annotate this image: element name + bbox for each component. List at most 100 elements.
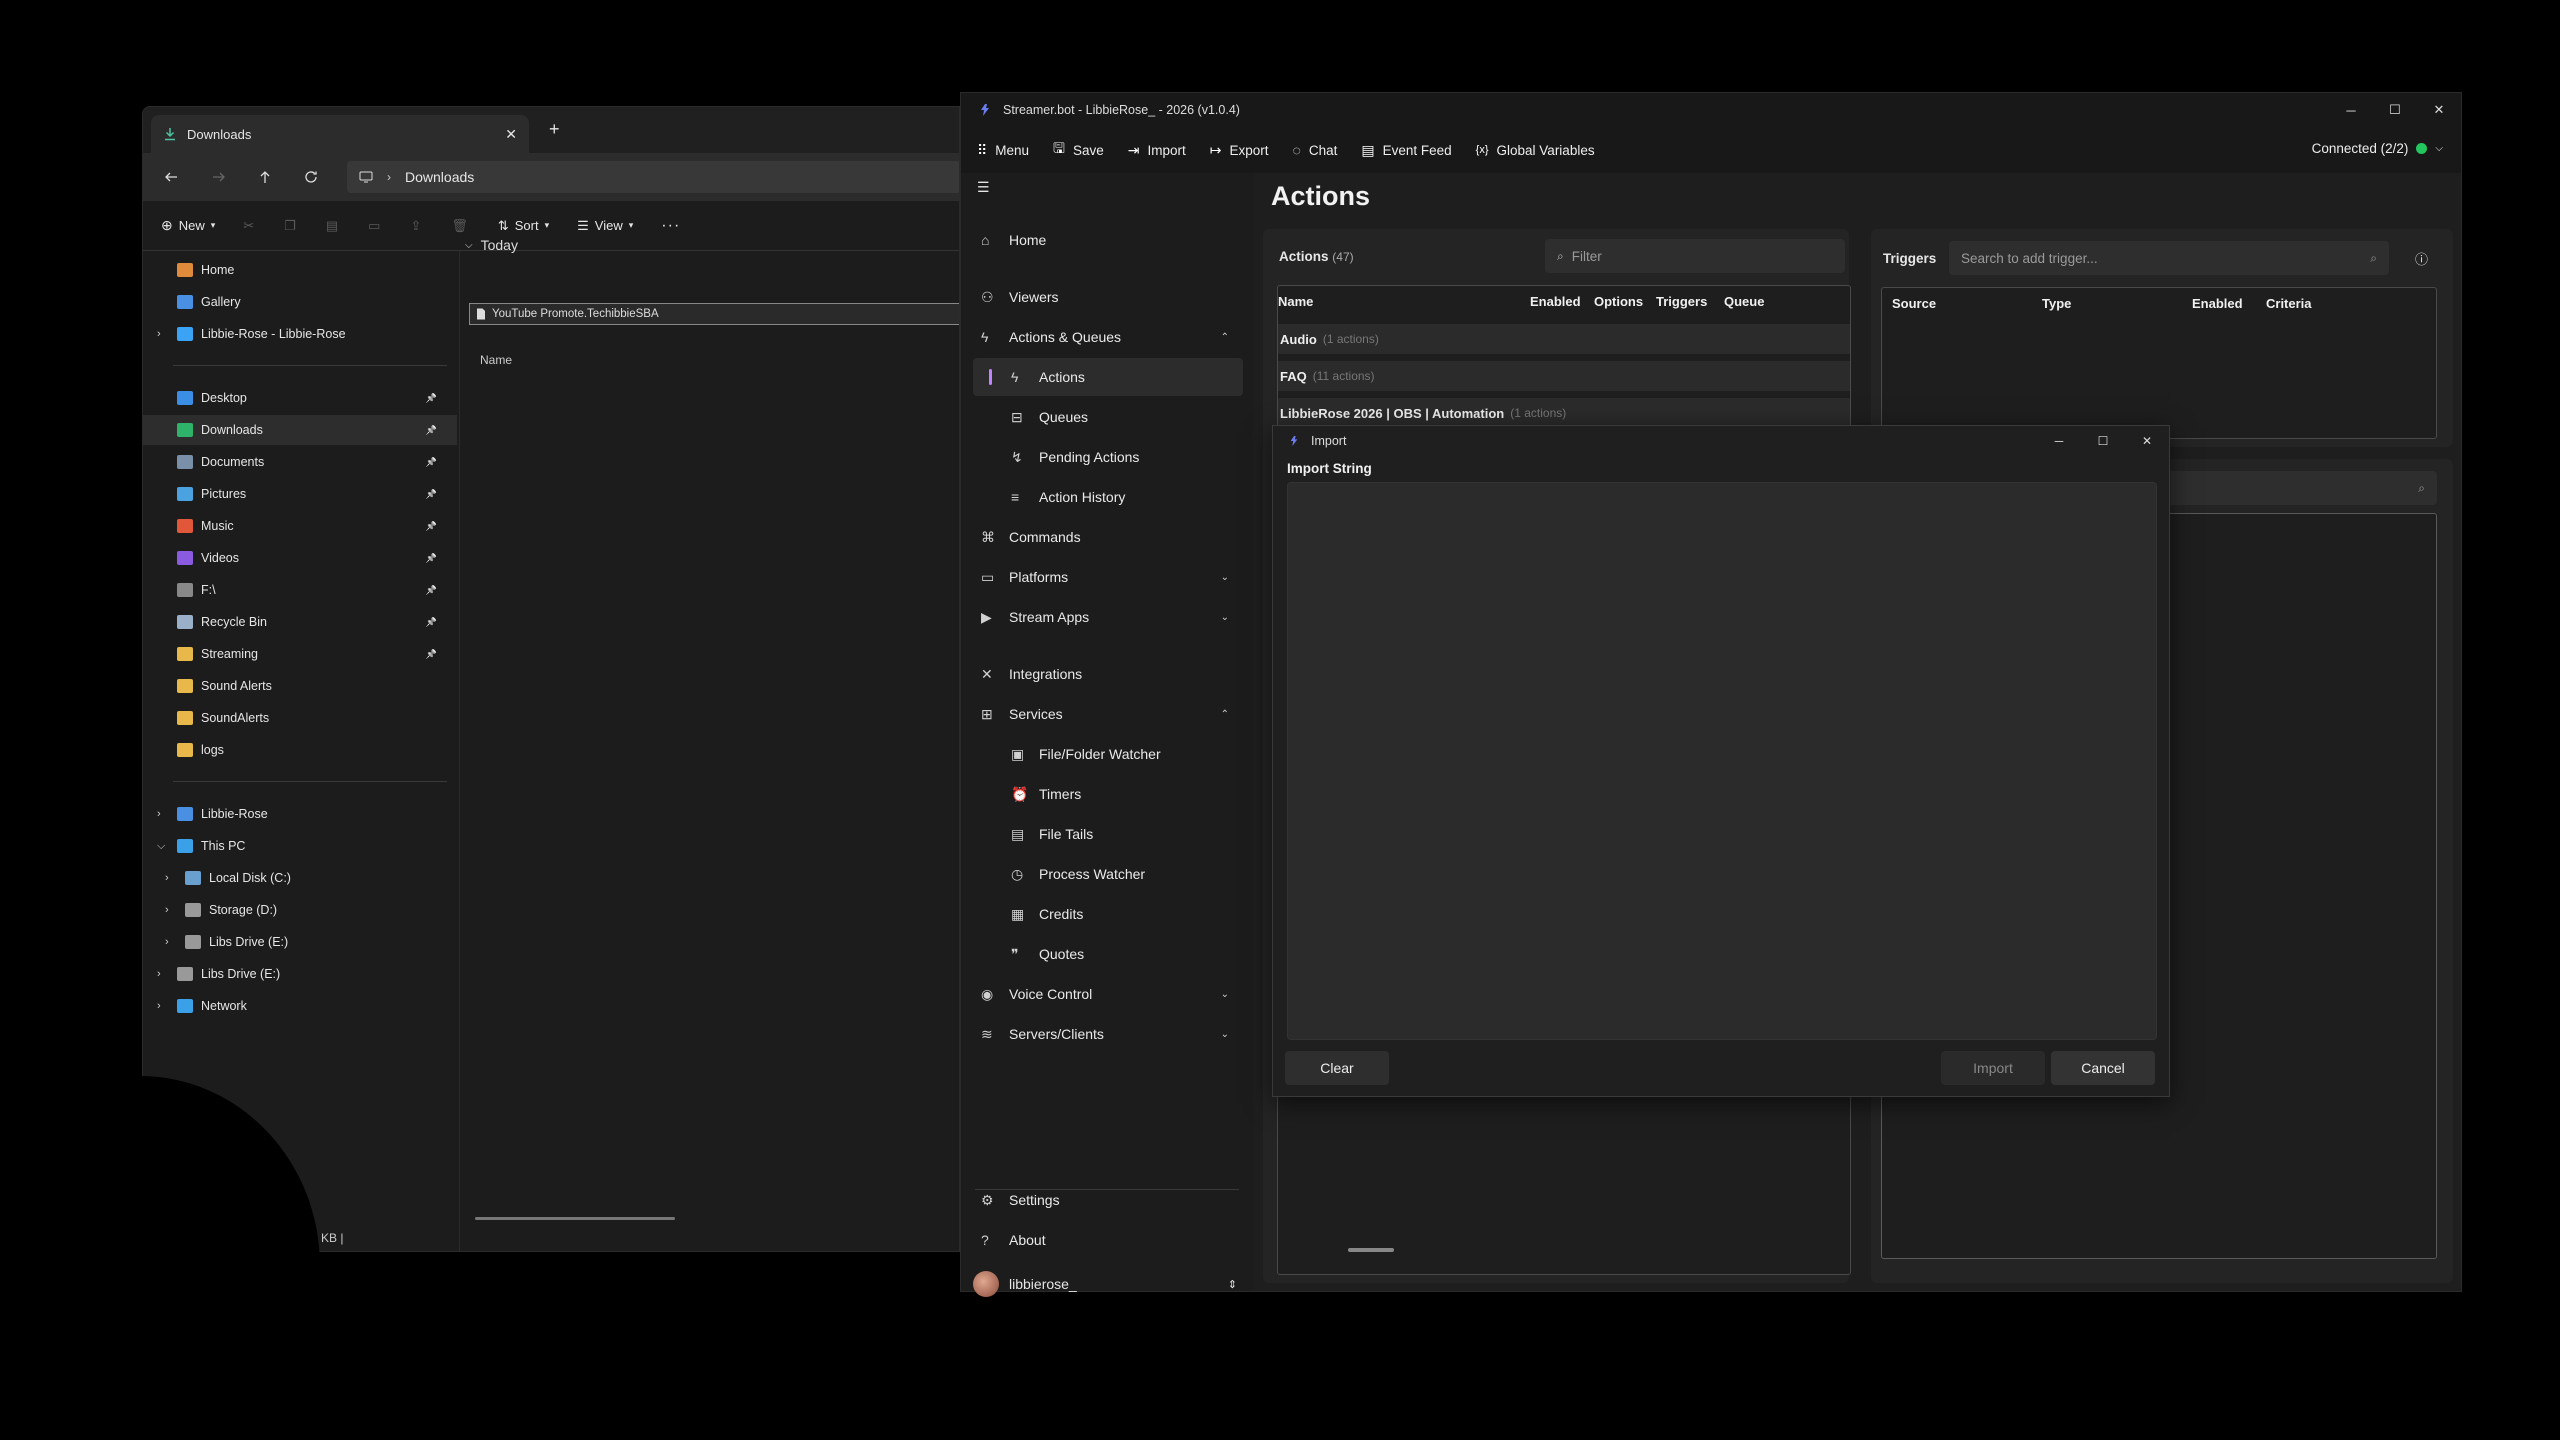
toolbar-global-variables[interactable]: {x} Global Variables (1476, 143, 1595, 158)
toolbar-menu[interactable]: ⠿ Menu (977, 142, 1029, 159)
sidebar-item-voice-control[interactable]: ◉ Voice Control ⌄ (973, 975, 1243, 1013)
nav-item[interactable]: › Libs Drive (E:) (143, 959, 457, 989)
sidebar-item-commands[interactable]: ⌘ Commands (973, 518, 1243, 556)
more-options-button[interactable]: ··· (661, 217, 680, 235)
sidebar-item-file-tails[interactable]: ▤ File Tails (973, 815, 1243, 853)
paste-icon[interactable]: ▤ (326, 218, 338, 234)
nav-item[interactable]: › Libbie-Rose (143, 799, 457, 829)
toolbar-import[interactable]: ⇥ Import (1128, 142, 1186, 159)
sidebar-item-about[interactable]: ? About (973, 1221, 1243, 1259)
address-bar[interactable]: › Downloads (347, 161, 959, 193)
expand-chevron-icon[interactable]: › (157, 808, 161, 820)
column-header-name[interactable]: Name (480, 353, 512, 367)
action-group-row[interactable]: FAQ (11 actions) (1278, 361, 1850, 391)
nav-item[interactable]: Pictures 📌 (143, 479, 457, 509)
toolbar-export[interactable]: ↦ Export (1210, 142, 1269, 159)
forward-arrow-icon[interactable] (207, 165, 231, 189)
up-arrow-icon[interactable] (253, 165, 277, 189)
sidebar-item-credits[interactable]: ▦ Credits (973, 895, 1243, 933)
nav-item[interactable]: › Network (143, 991, 457, 1021)
nav-item[interactable]: logs (143, 735, 457, 765)
copy-icon[interactable]: ❐ (284, 218, 296, 234)
delete-icon[interactable]: 🗑 (451, 218, 468, 234)
trigger-search-input[interactable]: Search to add trigger... ⌕ (1949, 241, 2389, 275)
nav-item[interactable]: Home (143, 255, 457, 285)
filter-input[interactable]: ⌕ Filter (1545, 239, 1845, 273)
nav-item[interactable]: › Local Disk (C:) (143, 863, 457, 893)
hamburger-icon[interactable]: ☰ (977, 179, 990, 196)
sidebar-item-actions-queues[interactable]: ϟ Actions & Queues ⌃ (973, 318, 1243, 356)
horizontal-scrollbar[interactable] (1348, 1248, 1394, 1252)
user-profile[interactable]: libbierose_ ⇕ (961, 1269, 1253, 1299)
breadcrumb[interactable]: Downloads (405, 169, 474, 185)
sidebar-item-integrations[interactable]: ✕ Integrations (973, 655, 1243, 693)
new-button[interactable]: ⊕ New ▾ (161, 217, 215, 234)
expand-chevron-icon[interactable]: › (157, 328, 161, 340)
horizontal-scrollbar[interactable] (475, 1217, 675, 1220)
nav-item[interactable]: › Libs Drive (E:) (143, 927, 457, 957)
nav-item[interactable]: Desktop 📌 (143, 383, 457, 413)
sidebar-item-actions[interactable]: ϟ Actions (973, 358, 1243, 396)
col-source[interactable]: Source (1892, 296, 1936, 311)
col-criteria[interactable]: Criteria (2266, 296, 2312, 311)
col-options[interactable]: Options (1594, 294, 1643, 309)
expand-chevron-icon[interactable]: › (165, 936, 169, 948)
sidebar-item-viewers[interactable]: ⚇ Viewers (973, 278, 1243, 316)
nav-item[interactable]: › Libbie-Rose - Libbie-Rose (143, 319, 457, 349)
close-icon[interactable]: ✕ (2417, 93, 2461, 127)
new-tab-icon[interactable]: + (549, 119, 560, 140)
sort-button[interactable]: ⇅ Sort ▾ (498, 218, 549, 234)
sidebar-item-file-folder-watcher[interactable]: ▣ File/Folder Watcher (973, 735, 1243, 773)
nav-item[interactable]: Recycle Bin 📌 (143, 607, 457, 637)
nav-item[interactable]: Sound Alerts (143, 671, 457, 701)
expand-chevron-icon[interactable]: › (165, 872, 169, 884)
nav-item[interactable]: Downloads 📌 (143, 415, 457, 445)
sidebar-item-timers[interactable]: ⏰ Timers (973, 775, 1243, 813)
minimize-icon[interactable]: ─ (2329, 93, 2373, 127)
cancel-button[interactable]: Cancel (2051, 1051, 2155, 1085)
nav-item[interactable]: › Storage (D:) (143, 895, 457, 925)
rename-icon[interactable]: ▭ (368, 218, 380, 234)
col-name[interactable]: Name (1278, 294, 1313, 309)
expand-chevron-icon[interactable]: ⌵ (157, 840, 165, 853)
nav-item[interactable]: Videos 📌 (143, 543, 457, 573)
sidebar-item-pending-actions[interactable]: ↯ Pending Actions (973, 438, 1243, 476)
connection-status[interactable]: Connected (2/2) ⌵ (2312, 141, 2443, 156)
nav-item[interactable]: F:\ 📌 (143, 575, 457, 605)
close-tab-icon[interactable]: ✕ (505, 126, 517, 143)
col-type[interactable]: Type (2042, 296, 2071, 311)
minimize-icon[interactable]: ─ (2037, 426, 2081, 456)
expand-chevron-icon[interactable]: › (157, 968, 161, 980)
toolbar-event-feed[interactable]: ▤ Event Feed (1361, 142, 1451, 159)
import-button[interactable]: Import (1941, 1051, 2045, 1085)
col-triggers[interactable]: Triggers (1656, 294, 1707, 309)
toolbar-chat[interactable]: ◌ Chat (1293, 142, 1338, 158)
view-button[interactable]: ☰ View ▾ (577, 218, 633, 234)
nav-item[interactable]: ⌵ This PC (143, 831, 457, 861)
sidebar-item-quotes[interactable]: ❞ Quotes (973, 935, 1243, 973)
share-icon[interactable]: ⇪ (410, 218, 421, 234)
nav-item[interactable]: SoundAlerts (143, 703, 457, 733)
maximize-icon[interactable]: ☐ (2373, 93, 2417, 127)
col-enabled[interactable]: Enabled (2192, 296, 2243, 311)
sidebar-item-settings[interactable]: ⚙ Settings (973, 1181, 1243, 1219)
action-group-row[interactable]: LibbieRose 2026 | OBS | Automation (1 act… (1278, 398, 1850, 428)
nav-item[interactable]: Documents 📌 (143, 447, 457, 477)
col-enabled[interactable]: Enabled (1530, 294, 1581, 309)
expand-chevron-icon[interactable]: › (157, 1000, 161, 1012)
toolbar-save[interactable]: 🖫 Save (1053, 138, 1104, 162)
cut-icon[interactable]: ✂ (243, 218, 254, 234)
sidebar-item-queues[interactable]: ⊟ Queues (973, 398, 1243, 436)
sidebar-item-home[interactable]: ⌂ Home (973, 221, 1243, 259)
sidebar-item-stream-apps[interactable]: ▶ Stream Apps ⌄ (973, 598, 1243, 636)
sidebar-item-process-watcher[interactable]: ◷ Process Watcher (973, 855, 1243, 893)
action-group-row[interactable]: Audio (1 actions) (1278, 324, 1850, 354)
maximize-icon[interactable]: ☐ (2081, 426, 2125, 456)
back-arrow-icon[interactable] (159, 165, 183, 189)
file-row[interactable]: YouTube Promote.TechibbieSBA (469, 303, 959, 325)
group-today[interactable]: ⌵ Today (465, 237, 518, 253)
close-icon[interactable]: ✕ (2125, 426, 2169, 456)
expand-chevron-icon[interactable]: › (165, 904, 169, 916)
col-queue[interactable]: Queue (1724, 294, 1764, 309)
refresh-icon[interactable] (299, 165, 323, 189)
